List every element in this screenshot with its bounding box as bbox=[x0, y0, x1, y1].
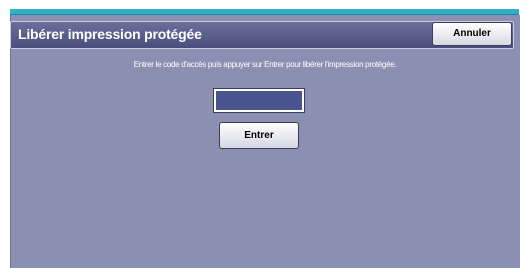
access-code-input[interactable] bbox=[216, 91, 302, 111]
screen: Libérer impression protégée Annuler Entr… bbox=[0, 0, 520, 268]
enter-button[interactable]: Entrer bbox=[219, 122, 299, 149]
instruction-text: Entrer le code d'accès puis appuyer sur … bbox=[133, 60, 397, 69]
cancel-button[interactable]: Annuler bbox=[432, 22, 512, 46]
access-code-field[interactable] bbox=[213, 88, 305, 113]
page-title: Libérer impression protégée bbox=[18, 26, 202, 42]
